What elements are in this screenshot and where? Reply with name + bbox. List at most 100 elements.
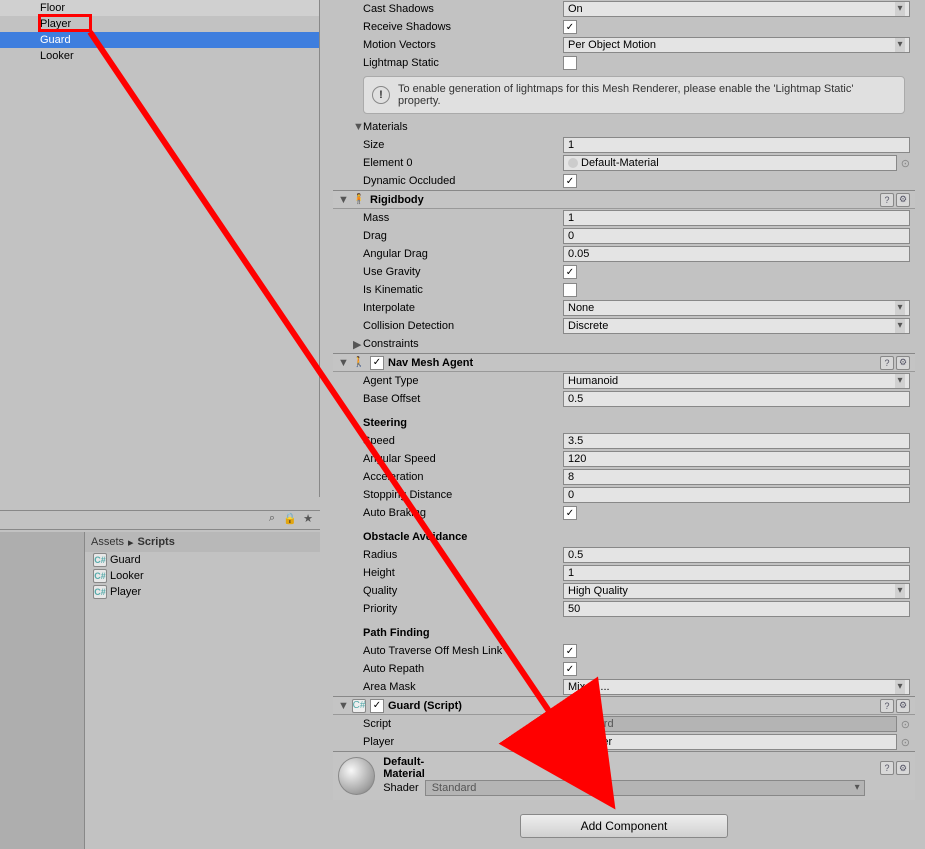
angular-speed-field[interactable]: 120	[563, 451, 910, 467]
motion-vectors-dropdown[interactable]: Per Object Motion	[563, 37, 910, 53]
cast-shadows-label: Cast Shadows	[363, 3, 563, 15]
radius-label: Radius	[363, 549, 563, 561]
interpolate-dropdown[interactable]: None	[563, 300, 910, 316]
size-field[interactable]: 1	[563, 137, 910, 153]
agent-type-dropdown[interactable]: Humanoid	[563, 373, 910, 389]
material-icon	[568, 158, 578, 168]
foldout-icon[interactable]: ▶	[353, 338, 363, 351]
navmeshagent-enable-checkbox[interactable]	[370, 356, 384, 370]
script-field: C#Guard	[563, 716, 897, 732]
csharp-icon: C#	[93, 569, 107, 583]
lock-icon[interactable]: 🔒	[283, 512, 297, 525]
breadcrumb-root[interactable]: Assets	[91, 536, 124, 548]
breadcrumb-current[interactable]: Scripts	[138, 536, 175, 548]
foldout-icon[interactable]: ▼	[338, 194, 348, 206]
height-field[interactable]: 1	[563, 565, 910, 581]
cast-shadows-dropdown[interactable]: On	[563, 1, 910, 17]
material-preview-icon	[338, 757, 375, 795]
breadcrumb-separator-icon: ▸	[128, 536, 134, 549]
element0-label: Element 0	[363, 157, 563, 169]
pathfinding-header: Path Finding	[363, 627, 563, 639]
drag-field[interactable]: 0	[563, 228, 910, 244]
help-icon[interactable]: ?	[880, 193, 894, 207]
use-gravity-checkbox[interactable]	[563, 265, 577, 279]
help-icon[interactable]: ?	[880, 356, 894, 370]
is-kinematic-checkbox[interactable]	[563, 283, 577, 297]
angular-drag-field[interactable]: 0.05	[563, 246, 910, 262]
gear-icon[interactable]: ⚙	[896, 699, 910, 713]
add-component-button[interactable]: Add Component	[520, 814, 729, 838]
lightmap-info: !To enable generation of lightmaps for t…	[363, 76, 905, 114]
star-icon[interactable]: ★	[301, 512, 315, 525]
auto-braking-checkbox[interactable]	[563, 506, 577, 520]
receive-shadows-label: Receive Shadows	[363, 21, 563, 33]
quality-dropdown[interactable]: High Quality	[563, 583, 910, 599]
project-item-guard[interactable]: C#Guard	[85, 552, 320, 568]
hierarchy-item-floor[interactable]: Floor	[0, 0, 319, 16]
hierarchy-item-guard[interactable]: Guard	[0, 32, 319, 48]
rigidbody-header[interactable]: ▼ 🧍 Rigidbody ?⚙	[333, 190, 915, 209]
acceleration-field[interactable]: 8	[563, 469, 910, 485]
gameobject-icon	[568, 737, 578, 747]
search-icon[interactable]: ⌕	[265, 512, 279, 525]
player-field[interactable]: Player	[563, 734, 897, 750]
auto-repath-checkbox[interactable]	[563, 662, 577, 676]
height-label: Height	[363, 567, 563, 579]
gear-icon[interactable]: ⚙	[896, 356, 910, 370]
priority-field[interactable]: 50	[563, 601, 910, 617]
project-folders[interactable]	[0, 532, 85, 849]
angular-drag-label: Angular Drag	[363, 248, 563, 260]
collision-detection-dropdown[interactable]: Discrete	[563, 318, 910, 334]
foldout-icon[interactable]: ▼	[338, 357, 348, 369]
object-picker-icon[interactable]: ⊙	[901, 718, 910, 731]
project-item-looker[interactable]: C#Looker	[85, 568, 320, 584]
materials-header: Materials	[363, 121, 563, 133]
guard-script-enable-checkbox[interactable]	[370, 699, 384, 713]
gear-icon[interactable]: ⚙	[896, 761, 910, 775]
receive-shadows-checkbox[interactable]	[563, 20, 577, 34]
radius-field[interactable]: 0.5	[563, 547, 910, 563]
project-header: ⌕ 🔒 ★	[0, 510, 320, 530]
hierarchy-item-looker[interactable]: Looker	[0, 48, 319, 64]
help-icon[interactable]: ?	[880, 699, 894, 713]
speed-field[interactable]: 3.5	[563, 433, 910, 449]
area-mask-dropdown[interactable]: Mixed ...	[563, 679, 910, 695]
stopping-distance-label: Stopping Distance	[363, 489, 563, 501]
guard-script-header[interactable]: ▼ C# Guard (Script) ?⚙	[333, 696, 915, 715]
stopping-distance-field[interactable]: 0	[563, 487, 910, 503]
csharp-icon: C#	[93, 585, 107, 599]
dynamic-occluded-checkbox[interactable]	[563, 174, 577, 188]
info-icon: !	[372, 86, 390, 104]
foldout-icon[interactable]: ▼	[353, 121, 363, 133]
element0-field[interactable]: Default-Material	[563, 155, 897, 171]
project-item-player[interactable]: C#Player	[85, 584, 320, 600]
help-icon[interactable]: ?	[880, 761, 894, 775]
rigidbody-icon: 🧍	[352, 193, 366, 207]
base-offset-label: Base Offset	[363, 393, 563, 405]
object-picker-icon[interactable]: ⊙	[901, 157, 910, 170]
navmeshagent-header[interactable]: ▼ 🚶 Nav Mesh Agent ?⚙	[333, 353, 915, 372]
obstacle-header: Obstacle Avoidance	[363, 531, 563, 543]
inspector-panel: Cast ShadowsOn Receive Shadows Motion Ve…	[333, 0, 915, 849]
breadcrumb[interactable]: Assets ▸ Scripts	[85, 532, 320, 552]
auto-traverse-label: Auto Traverse Off Mesh Link	[363, 645, 563, 657]
steering-header: Steering	[363, 417, 563, 429]
acceleration-label: Acceleration	[363, 471, 563, 483]
shader-dropdown[interactable]: Standard	[425, 780, 865, 796]
dynamic-occluded-label: Dynamic Occluded	[363, 175, 563, 187]
mass-field[interactable]: 1	[563, 210, 910, 226]
material-name: Default-Material	[383, 756, 454, 780]
script-label: Script	[363, 718, 563, 730]
auto-traverse-checkbox[interactable]	[563, 644, 577, 658]
gear-icon[interactable]: ⚙	[896, 193, 910, 207]
use-gravity-label: Use Gravity	[363, 266, 563, 278]
foldout-icon[interactable]: ▼	[338, 700, 348, 712]
material-section[interactable]: Default-Material ?⚙ Shader Standard	[333, 751, 915, 800]
size-label: Size	[363, 139, 563, 151]
object-picker-icon[interactable]: ⊙	[901, 736, 910, 749]
lightmap-static-checkbox[interactable]	[563, 56, 577, 70]
hierarchy-item-player[interactable]: Player	[0, 16, 319, 32]
script-icon: C#	[352, 699, 366, 713]
is-kinematic-label: Is Kinematic	[363, 284, 563, 296]
base-offset-field[interactable]: 0.5	[563, 391, 910, 407]
